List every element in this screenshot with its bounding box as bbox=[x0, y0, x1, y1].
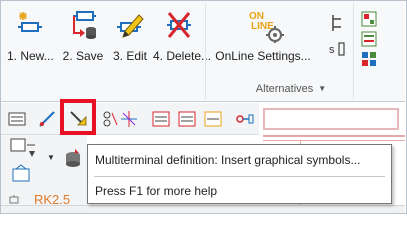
symbol-selector-icon[interactable] bbox=[9, 137, 37, 159]
list-view-icon[interactable] bbox=[361, 31, 377, 47]
terminal-layout-icon[interactable] bbox=[327, 13, 347, 33]
database-icon[interactable] bbox=[63, 147, 83, 169]
svg-text:s: s bbox=[329, 44, 335, 56]
grid-view-icon[interactable] bbox=[361, 11, 377, 27]
connect-icon[interactable] bbox=[235, 109, 255, 129]
edit-icon bbox=[117, 14, 144, 38]
new-icon bbox=[18, 12, 42, 32]
drawing-line bbox=[263, 140, 405, 141]
alternatives-group-label[interactable]: Alternatives ▼ bbox=[207, 83, 375, 97]
tooltip-divider bbox=[94, 176, 385, 177]
tool-icon[interactable] bbox=[37, 109, 57, 129]
new-button[interactable]: 1. New... bbox=[7, 9, 54, 71]
symbol-toolbar bbox=[1, 103, 259, 135]
chevron-down-icon[interactable]: ▼ bbox=[47, 153, 55, 162]
drawing-frame bbox=[263, 108, 399, 130]
drawing-line bbox=[263, 135, 405, 137]
highlight-frame bbox=[60, 99, 96, 135]
edit-list-icon[interactable] bbox=[151, 109, 171, 129]
online-settings-icon: ON LINE bbox=[249, 11, 284, 43]
chevron-down-icon: ▼ bbox=[318, 84, 327, 93]
edit-button[interactable]: 3. Edit bbox=[109, 9, 151, 71]
online-settings-button[interactable]: ON LINE OnLine Settings... bbox=[207, 9, 319, 71]
color-grid-icon[interactable] bbox=[361, 51, 377, 67]
library-icon[interactable] bbox=[11, 163, 31, 183]
save-button-label: 2. Save bbox=[62, 49, 104, 63]
online-settings-label: OnLine Settings... bbox=[215, 49, 311, 63]
ribbon: 1. New... 2. Save 3. Edit 4. Delete... O… bbox=[1, 1, 405, 102]
right-tools-group bbox=[357, 9, 401, 69]
properties-icon[interactable] bbox=[7, 109, 27, 129]
color-edit-icon[interactable] bbox=[203, 109, 223, 129]
ribbon-group-divider bbox=[205, 3, 206, 99]
small-tools-group: s bbox=[323, 9, 351, 69]
save-icon bbox=[73, 11, 96, 39]
delete-button[interactable]: 4. Delete... bbox=[153, 9, 212, 71]
tooltip-title: Multiterminal definition: Insert graphic… bbox=[95, 153, 361, 167]
star-symbol-icon[interactable] bbox=[119, 109, 139, 129]
edit-button-label: 3. Edit bbox=[112, 49, 148, 63]
multiterminal-icon[interactable] bbox=[99, 109, 119, 129]
spacing-tool-icon[interactable]: s bbox=[327, 39, 347, 59]
edit-list-2-icon[interactable] bbox=[177, 109, 197, 129]
delete-icon bbox=[167, 12, 191, 38]
tooltip-help-text: Press F1 for more help bbox=[95, 184, 218, 198]
tooltip: Multiterminal definition: Insert graphic… bbox=[87, 144, 392, 204]
delete-button-label: 4. Delete... bbox=[153, 49, 212, 63]
save-button[interactable]: 2. Save bbox=[59, 9, 107, 71]
status-strip bbox=[1, 205, 405, 213]
new-button-label: 1. New... bbox=[7, 49, 54, 63]
pin-icon[interactable] bbox=[8, 195, 20, 205]
alternatives-label: Alternatives bbox=[255, 83, 314, 95]
